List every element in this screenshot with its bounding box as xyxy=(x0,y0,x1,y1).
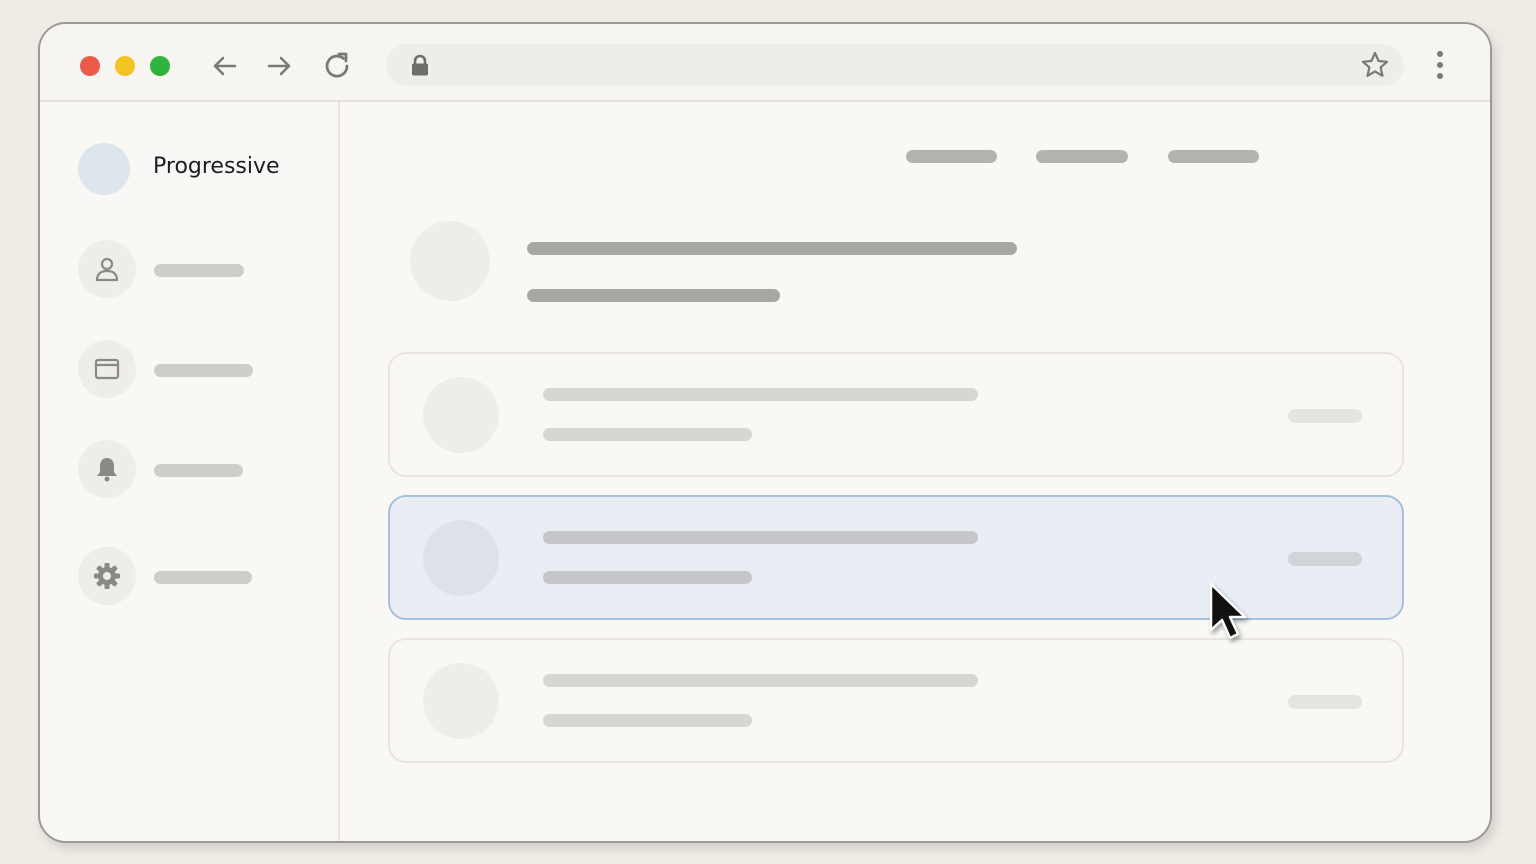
header-subtitle-placeholder xyxy=(527,289,780,302)
sidebar: Progressive xyxy=(40,102,340,841)
user-icon xyxy=(78,240,136,298)
list-item-meta-placeholder xyxy=(1288,409,1362,423)
sidebar-item-label-placeholder xyxy=(154,464,243,477)
list-item-meta-placeholder xyxy=(1288,695,1362,709)
header-title-placeholder xyxy=(527,242,1017,255)
kebab-menu-icon[interactable] xyxy=(1428,48,1452,82)
list-item[interactable] xyxy=(388,352,1404,477)
top-nav-link-placeholder[interactable] xyxy=(1036,150,1128,163)
forward-button[interactable] xyxy=(261,48,297,84)
reload-button[interactable] xyxy=(319,48,355,84)
address-bar[interactable] xyxy=(386,44,1404,86)
lock-icon xyxy=(412,54,428,76)
list-item-subtitle-placeholder xyxy=(543,714,752,727)
list-item[interactable] xyxy=(388,638,1404,763)
list-item-title-placeholder xyxy=(543,674,978,687)
arrow-left-icon xyxy=(213,56,237,76)
list-item-avatar-placeholder xyxy=(423,520,499,596)
main-content xyxy=(340,102,1490,841)
top-nav-link-placeholder[interactable] xyxy=(1168,150,1259,163)
header-avatar-placeholder xyxy=(410,221,490,301)
sidebar-item-label-placeholder xyxy=(154,571,252,584)
arrow-right-icon xyxy=(267,56,291,76)
browser-window-icon xyxy=(78,340,136,398)
star-icon[interactable] xyxy=(1360,50,1390,80)
minimize-window-button[interactable] xyxy=(115,56,135,76)
list-item-title-placeholder xyxy=(543,388,978,401)
list-item-meta-placeholder xyxy=(1288,552,1362,566)
browser-toolbar xyxy=(40,24,1490,102)
reload-icon xyxy=(325,52,349,78)
brand-name: Progressive xyxy=(153,154,280,179)
browser-window: Progressive xyxy=(38,22,1492,843)
gear-icon xyxy=(78,547,136,605)
sidebar-item-notifications[interactable] xyxy=(78,440,318,500)
bell-icon xyxy=(78,440,136,498)
sidebar-item-label-placeholder xyxy=(154,264,244,277)
sidebar-item-settings[interactable] xyxy=(78,547,318,607)
list-item-subtitle-placeholder xyxy=(543,571,752,584)
close-window-button[interactable] xyxy=(80,56,100,76)
maximize-window-button[interactable] xyxy=(150,56,170,76)
list-item-subtitle-placeholder xyxy=(543,428,752,441)
mouse-cursor-icon xyxy=(1209,582,1247,640)
back-button[interactable] xyxy=(207,48,243,84)
sidebar-item-profile[interactable] xyxy=(78,240,318,300)
list-item-avatar-placeholder xyxy=(423,663,499,739)
top-nav-link-placeholder[interactable] xyxy=(906,150,997,163)
list-item-avatar-placeholder xyxy=(423,377,499,453)
brand-avatar xyxy=(78,143,130,195)
list-item-title-placeholder xyxy=(543,531,978,544)
sidebar-item-window[interactable] xyxy=(78,340,318,400)
sidebar-item-label-placeholder xyxy=(154,364,253,377)
